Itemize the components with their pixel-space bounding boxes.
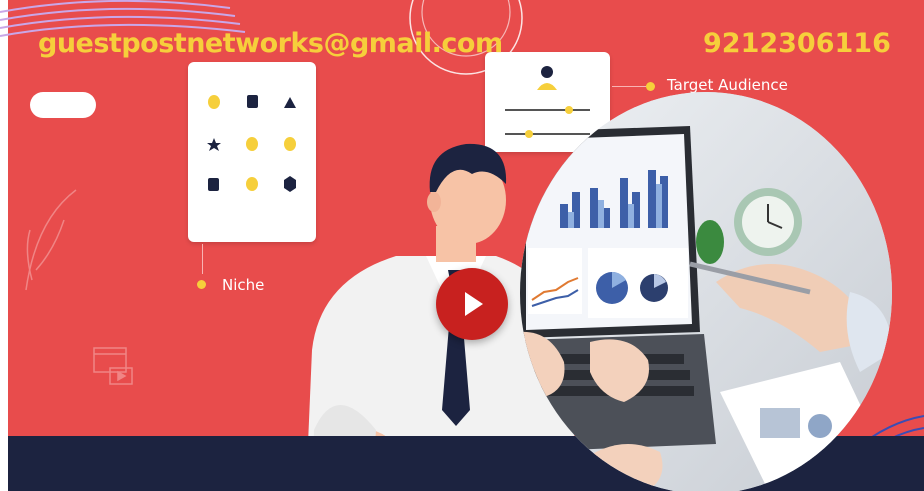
target-audience-label: Target Audience [667, 76, 788, 94]
play-icon[interactable] [465, 292, 483, 316]
target-audience-connector-line [612, 86, 648, 87]
analytics-photo [520, 92, 892, 491]
ad-banner-canvas: Niche Target Audience guestpostnetworks@… [0, 0, 924, 491]
niche-dot [197, 280, 206, 289]
white-pill-shape [30, 92, 96, 118]
target-audience-dot [646, 82, 655, 91]
browser-window-icon [93, 347, 133, 385]
laptop-dashboard-photo [520, 92, 892, 491]
contact-phone[interactable]: 9212306116 [703, 28, 891, 59]
contact-email[interactable]: guestpostnetworks@gmail.com [38, 28, 503, 59]
niche-connector-line [202, 244, 203, 274]
niche-label: Niche [222, 276, 265, 294]
leaf-decoration [25, 189, 77, 291]
